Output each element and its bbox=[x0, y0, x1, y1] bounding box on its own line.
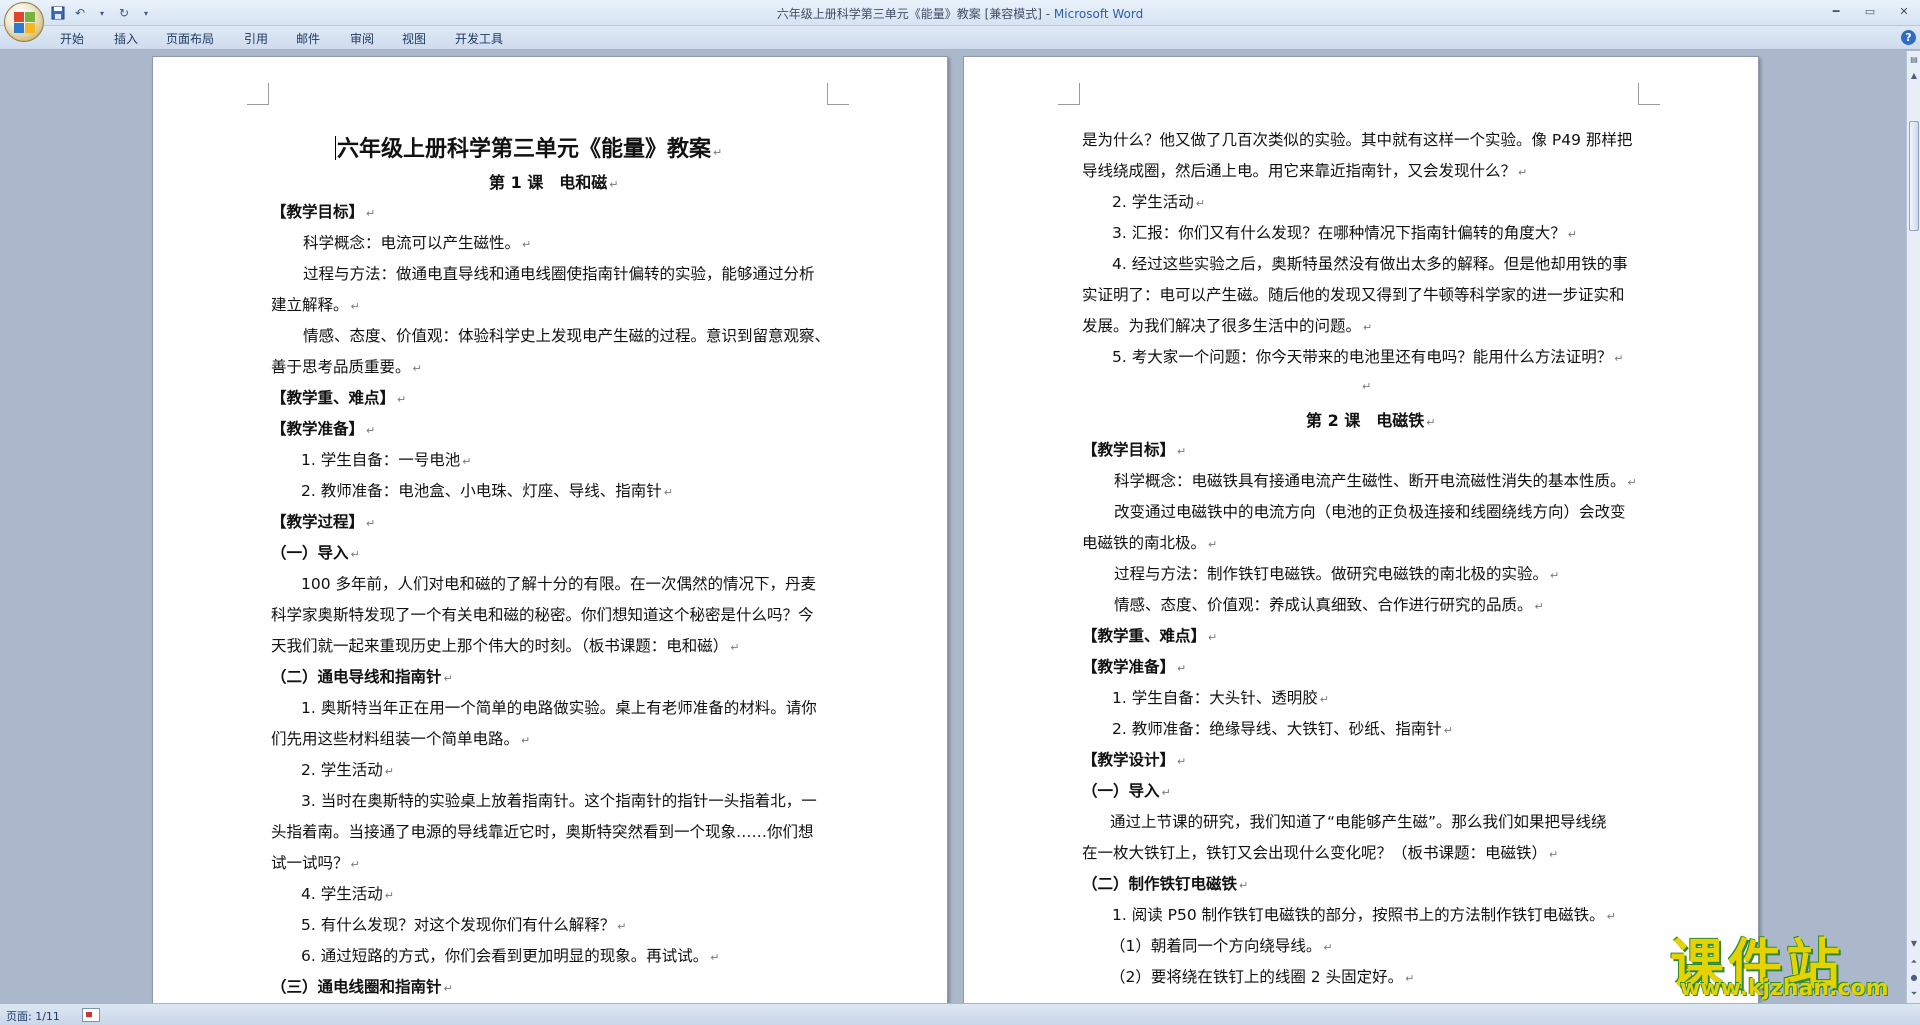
margin-corner-mark bbox=[1638, 83, 1660, 105]
list-item: 1. 奥斯特当年正在用一个简单的电路做实验。桌上有老师准备的材料。请你 bbox=[301, 699, 817, 717]
paragraph-line: 善于思考品质重要。 ↵ bbox=[271, 358, 422, 376]
paragraph-line: 情感、态度、价值观：体验科学史上发现电产生磁的过程。意识到留意观察、 bbox=[303, 327, 831, 345]
tab-mailings[interactable]: 邮件 bbox=[296, 30, 320, 47]
paragraph-line: 在一枚大铁钉上，铁钉又会出现什么变化呢？（板书课题：电磁铁） ↵ bbox=[1082, 844, 1559, 862]
paragraph-line: 电磁铁的南北极。 ↵ bbox=[1082, 534, 1218, 552]
paragraph-line: 科学概念：电磁铁具有接通电流产生磁性、断开电流磁性消失的基本性质。 ↵ bbox=[1114, 472, 1637, 490]
ruler-toggle-icon[interactable]: ▤ bbox=[1908, 53, 1920, 67]
paragraph-line: 科学家奥斯特发现了一个有关电和磁的秘密。你们想知道这个秘密是什么吗？今 bbox=[271, 606, 814, 624]
section-heading: 【教学重、难点】 ↵ bbox=[271, 389, 407, 407]
margin-corner-mark bbox=[827, 83, 849, 105]
list-item: 2. 教师准备：电池盒、小电珠、灯座、导线、指南针 ↵ bbox=[301, 482, 673, 500]
tab-review[interactable]: 审阅 bbox=[350, 30, 374, 47]
subsection-heading: （一）导入 ↵ bbox=[271, 544, 360, 562]
tab-references[interactable]: 引用 bbox=[244, 30, 268, 47]
scrollbar-thumb[interactable] bbox=[1909, 121, 1919, 231]
office-logo-icon bbox=[14, 12, 36, 34]
section-heading: 【教学过程】 ↵ bbox=[271, 513, 376, 531]
window-controls: ━ ▭ ✕ bbox=[1826, 2, 1914, 20]
margin-corner-mark bbox=[247, 83, 269, 105]
list-item: 4. 学生活动 ↵ bbox=[301, 885, 394, 903]
list-item: 3. 汇报：你们又有什么发现？在哪种情况下指南针偏转的角度大？ ↵ bbox=[1112, 224, 1577, 242]
paragraph-line: 100 多年前，人们对电和磁的了解十分的有限。在一次偶然的情况下，丹麦 bbox=[301, 575, 817, 593]
list-item: 4. 经过这些实验之后，奥斯特虽然没有做出太多的解释。但是他却用铁的事 bbox=[1112, 255, 1628, 273]
empty-paragraph: ↵ bbox=[1362, 380, 1372, 393]
office-button[interactable] bbox=[4, 2, 44, 42]
ribbon-tabs: 开始 插入 页面布局 引用 邮件 审阅 视图 开发工具 ? bbox=[0, 26, 1920, 50]
subsection-heading: （二）通电导线和指南针 ↵ bbox=[271, 668, 453, 686]
paragraph-line: 们先用这些材料组装一个简单电路。 ↵ bbox=[271, 730, 531, 748]
list-item: 2. 教师准备：绝缘导线、大铁钉、砂纸、指南针 ↵ bbox=[1112, 720, 1453, 738]
paragraph-line: 实证明了：电可以产生磁。随后他的发现又得到了牛顿等科学家的进一步证实和 bbox=[1082, 286, 1625, 304]
section-heading: 【教学设计】 ↵ bbox=[1082, 751, 1187, 769]
paragraph-line: 头指着南。当接通了电源的导线靠近它时，奥斯特突然看到一个现象……你们想 bbox=[271, 823, 814, 841]
window-title: 六年级上册科学第三单元《能量》教案 [兼容模式] - Microsoft Wor… bbox=[0, 5, 1920, 22]
page-indicator[interactable]: 页面: 1/11 bbox=[6, 1008, 60, 1024]
list-item: 6. 通过短路的方式，你们会看到更加明显的现象。再试试。 ↵ bbox=[301, 947, 720, 965]
text-cursor bbox=[335, 136, 336, 160]
list-item: 1. 学生自备：一号电池 ↵ bbox=[301, 451, 472, 469]
paragraph-line: 发展。为我们解决了很多生活中的问题。 ↵ bbox=[1082, 317, 1373, 335]
next-page-icon[interactable]: ⏷ bbox=[1908, 987, 1920, 1001]
list-item: 2. 学生活动 ↵ bbox=[1112, 193, 1205, 211]
close-button[interactable]: ✕ bbox=[1894, 2, 1914, 20]
section-heading: 【教学目标】 ↵ bbox=[1082, 441, 1187, 459]
document-title-heading: 六年级上册科学第三单元《能量》教案 ↵ bbox=[335, 136, 723, 162]
tab-developer[interactable]: 开发工具 bbox=[455, 30, 503, 47]
app-name: Microsoft Word bbox=[1053, 7, 1144, 21]
paragraph-line: 天我们就一起来重现历史上那个伟大的时刻。（板书课题：电和磁） ↵ bbox=[271, 637, 740, 655]
subsection-heading: （三）通电线圈和指南针 ↵ bbox=[271, 978, 453, 996]
paragraph-line: 过程与方法：制作铁钉电磁铁。做研究电磁铁的南北极的实验。 ↵ bbox=[1114, 565, 1560, 583]
lesson-heading: 第 1 课 电和磁 ↵ bbox=[489, 173, 619, 192]
tab-view[interactable]: 视图 bbox=[402, 30, 426, 47]
scroll-down-icon[interactable]: ▼ bbox=[1908, 937, 1920, 951]
paragraph-line: 通过上节课的研究，我们知道了“电能够产生磁”。那么我们如果把导线绕 bbox=[1110, 813, 1607, 831]
tab-page-layout[interactable]: 页面布局 bbox=[166, 30, 214, 47]
scroll-up-icon[interactable]: ▲ bbox=[1908, 69, 1920, 83]
paragraph-line: 是为什么？他又做了几百次类似的实验。其中就有这样一个实验。像 P49 那样把 bbox=[1082, 131, 1633, 149]
tab-home[interactable]: 开始 bbox=[60, 30, 84, 47]
list-item: 1. 学生自备：大头针、透明胶 ↵ bbox=[1112, 689, 1329, 707]
paragraph-line: 科学概念：电流可以产生磁性。 ↵ bbox=[303, 234, 532, 252]
watermark-logo: 课件站 www.kjzhan.com bbox=[1660, 920, 1900, 1001]
vertical-scrollbar[interactable]: ▤ ▲ ▼ ⏶ ● ⏷ bbox=[1906, 51, 1920, 1003]
list-item: 5. 考大家一个问题：你今天带来的电池里还有电吗？能用什么方法证明？ ↵ bbox=[1112, 348, 1624, 366]
help-icon[interactable]: ? bbox=[1901, 30, 1916, 45]
section-heading: 【教学重、难点】 ↵ bbox=[1082, 627, 1218, 645]
list-item: 2. 学生活动 ↵ bbox=[301, 761, 394, 779]
minimize-button[interactable]: ━ bbox=[1826, 2, 1846, 20]
status-bar: 页面: 1/11 bbox=[0, 1003, 1920, 1025]
subsection-heading: （二）制作铁钉电磁铁 ↵ bbox=[1082, 875, 1249, 893]
document-area: 六年级上册科学第三单元《能量》教案 ↵ 第 1 课 电和磁 ↵ 【教学目标】 ↵ 科学… bbox=[0, 51, 1906, 1003]
margin-corner-mark bbox=[1058, 83, 1080, 105]
document-page-2[interactable]: 是为什么？他又做了几百次类似的实验。其中就有这样一个实验。像 P49 那样把 导… bbox=[963, 56, 1759, 1003]
list-item: 1. 阅读 P50 制作铁钉电磁铁的部分，按照书上的方法制作铁钉电磁铁。 ↵ bbox=[1112, 906, 1616, 924]
maximize-button[interactable]: ▭ bbox=[1860, 2, 1880, 20]
title-bar: ↶ ▾ ↻ ▾ 六年级上册科学第三单元《能量》教案 [兼容模式] - Micro… bbox=[0, 0, 1920, 26]
list-item: （1）朝着同一个方向绕导线。 ↵ bbox=[1110, 937, 1333, 955]
previous-page-icon[interactable]: ⏶ bbox=[1908, 955, 1920, 969]
paragraph-line: 建立解释。 ↵ bbox=[271, 296, 360, 314]
list-item: 5. 有什么发现？对这个发现你们有什么解释？ ↵ bbox=[301, 916, 627, 934]
list-item: 3. 当时在奥斯特的实验桌上放着指南针。这个指南针的指针一头指着北，一 bbox=[301, 792, 817, 810]
paragraph-line: 试一试吗？ ↵ bbox=[271, 854, 360, 872]
select-browse-object-icon[interactable]: ● bbox=[1908, 971, 1920, 985]
paragraph-line: 过程与方法：做通电直导线和通电线圈使指南针偏转的实验，能够通过分析 bbox=[303, 265, 815, 283]
proofing-icon[interactable] bbox=[82, 1008, 100, 1022]
lesson-heading: 第 2 课 电磁铁 ↵ bbox=[1306, 411, 1436, 430]
document-page-1[interactable]: 六年级上册科学第三单元《能量》教案 ↵ 第 1 课 电和磁 ↵ 【教学目标】 ↵ 科学… bbox=[152, 56, 948, 1003]
paragraph-line: 情感、态度、价值观：养成认真细致、合作进行研究的品质。 ↵ bbox=[1114, 596, 1544, 614]
list-item: （2）要将绕在铁钉上的线圈 2 头固定好。 ↵ bbox=[1110, 968, 1415, 986]
section-heading: 【教学目标】 ↵ bbox=[271, 203, 376, 221]
paragraph-line: 改变通过电磁铁中的电流方向（电池的正负极连接和线圈绕线方向）会改变 bbox=[1114, 503, 1626, 521]
paragraph-line: 导线绕成圈，然后通上电。用它来靠近指南针，又会发现什么？ ↵ bbox=[1082, 162, 1528, 180]
section-heading: 【教学准备】 ↵ bbox=[1082, 658, 1187, 676]
subsection-heading: （一）导入 ↵ bbox=[1082, 782, 1171, 800]
watermark-url: www.kjzhan.com bbox=[1680, 976, 1889, 1001]
document-title: 六年级上册科学第三单元《能量》教案 [兼容模式] - bbox=[776, 7, 1054, 21]
tab-insert[interactable]: 插入 bbox=[114, 30, 138, 47]
section-heading: 【教学准备】 ↵ bbox=[271, 420, 376, 438]
